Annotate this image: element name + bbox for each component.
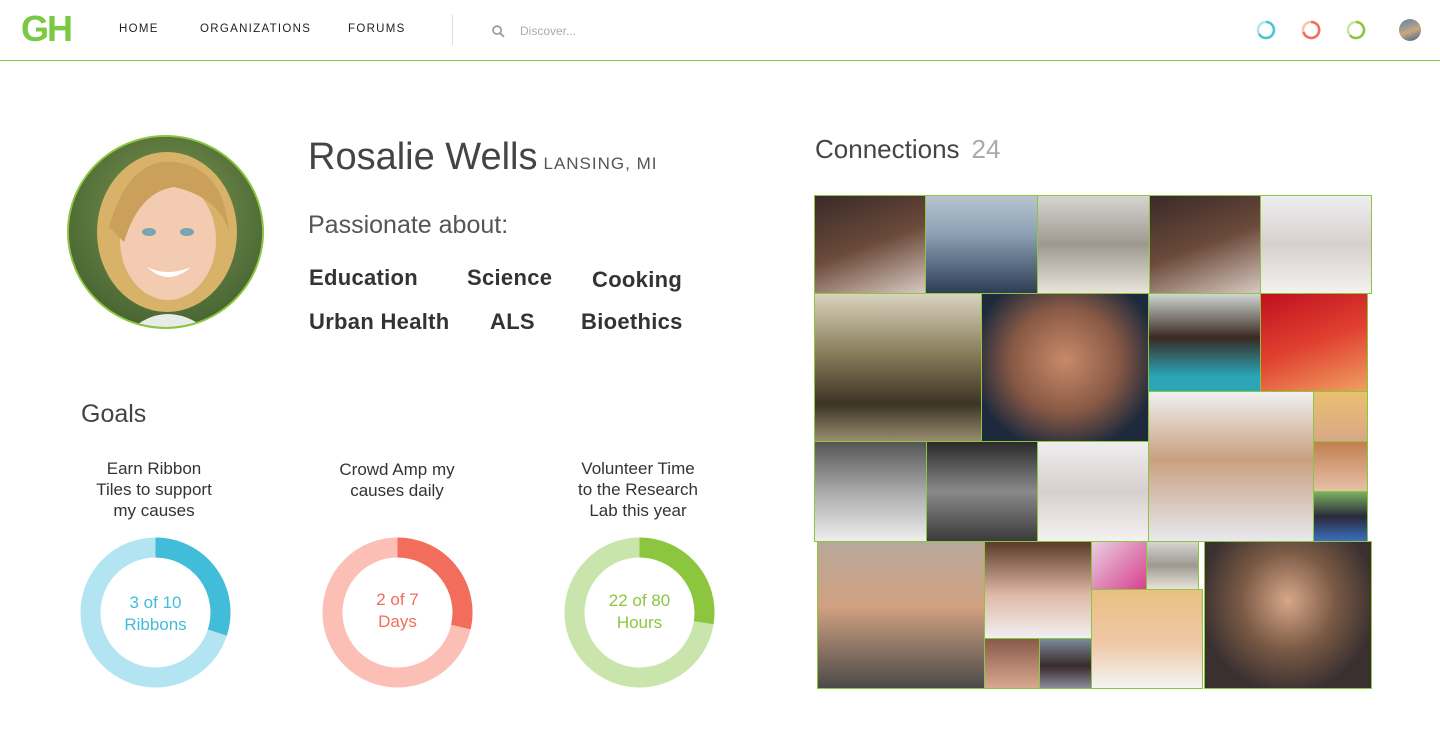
connection-avatar[interactable]: [1146, 541, 1199, 590]
goal-text-line: Tiles to support: [96, 480, 212, 499]
user-avatar[interactable]: [1399, 19, 1421, 41]
connection-avatar[interactable]: [1037, 441, 1149, 542]
goals-title: Goals: [81, 400, 147, 428]
green-ring-icon[interactable]: [1346, 20, 1366, 40]
logo[interactable]: GH: [21, 11, 73, 47]
connection-avatar[interactable]: [1148, 293, 1261, 392]
search-input[interactable]: [520, 20, 820, 42]
passion-tag[interactable]: Urban Health: [309, 309, 450, 335]
goal-text-line: Volunteer Time: [581, 459, 695, 478]
goal-progress-label: 2 of 7 Days: [322, 589, 473, 633]
connection-avatar[interactable]: [1148, 391, 1314, 542]
goal-description: Earn Ribbon Tiles to support my causes: [64, 458, 244, 521]
passion-tag[interactable]: Education: [309, 265, 418, 291]
goal-progress-value: 22 of 80: [608, 591, 671, 610]
red-ring-icon[interactable]: [1301, 20, 1321, 40]
goal-text-line: my causes: [113, 501, 195, 520]
connection-avatar[interactable]: [1091, 541, 1147, 590]
connection-avatar[interactable]: [817, 541, 985, 689]
profile-name: Rosalie Wells LANSING, MI: [308, 136, 657, 179]
connection-avatar[interactable]: [1313, 441, 1368, 492]
profile-photo: [67, 135, 264, 329]
search-icon[interactable]: [492, 25, 505, 38]
connection-avatar[interactable]: [1260, 195, 1372, 294]
connection-avatar[interactable]: [1313, 491, 1368, 542]
connection-avatar[interactable]: [1313, 391, 1368, 442]
goal-text-line: Crowd Amp my: [339, 460, 455, 479]
goal-description: Crowd Amp my causes daily: [307, 459, 487, 501]
goal-text-line: Lab this year: [589, 501, 687, 520]
nav-forums[interactable]: FORUMS: [348, 23, 406, 35]
goal-progress-value: 2 of 7: [376, 590, 419, 609]
connections-grid: [814, 195, 1373, 690]
blue-ring-icon[interactable]: [1256, 20, 1276, 40]
goal-progress-value: 3 of 10: [129, 593, 182, 612]
connection-avatar[interactable]: [1091, 589, 1203, 689]
connection-avatar[interactable]: [984, 541, 1092, 639]
top-navbar: GH HOME ORGANIZATIONS FORUMS: [0, 0, 1440, 61]
profile-name-text: Rosalie Wells: [308, 136, 538, 178]
goal-progress-label: 3 of 10 Ribbons: [80, 592, 231, 636]
goal-text-line: causes daily: [350, 481, 444, 500]
passion-heading: Passionate about:: [308, 211, 509, 239]
nav-organizations[interactable]: ORGANIZATIONS: [200, 23, 311, 35]
connections-count: 24: [971, 134, 1001, 164]
connection-avatar[interactable]: [981, 293, 1149, 442]
connections-title-text: Connections: [815, 134, 960, 164]
goal-text-line: to the Research: [577, 480, 698, 499]
connection-avatar[interactable]: [814, 441, 927, 542]
goal-progress-unit: Hours: [616, 613, 663, 632]
connection-avatar[interactable]: [1260, 293, 1368, 392]
connection-avatar[interactable]: [926, 441, 1038, 542]
passion-tag[interactable]: Science: [467, 265, 552, 291]
passion-tag[interactable]: Bioethics: [581, 309, 683, 335]
passion-tag[interactable]: ALS: [490, 309, 535, 335]
connection-avatar[interactable]: [814, 293, 982, 442]
connection-avatar[interactable]: [814, 195, 926, 294]
connection-avatar[interactable]: [925, 195, 1038, 294]
nav-home[interactable]: HOME: [119, 23, 159, 35]
connection-avatar[interactable]: [1037, 195, 1150, 294]
goal-text-line: Earn Ribbon: [106, 459, 202, 478]
goal-progress-label: 22 of 80 Hours: [564, 590, 715, 634]
profile-location: LANSING, MI: [543, 154, 658, 173]
passion-tag[interactable]: Cooking: [592, 267, 682, 293]
connection-avatar[interactable]: [1039, 638, 1092, 689]
goal-progress-unit: Days: [378, 612, 417, 631]
connection-avatar[interactable]: [1204, 541, 1372, 689]
nav-divider: [452, 15, 453, 45]
connections-title: Connections 24: [815, 134, 1000, 165]
connection-avatar[interactable]: [1149, 195, 1261, 294]
goal-description: Volunteer Time to the Research Lab this …: [548, 458, 728, 521]
connection-avatar[interactable]: [984, 638, 1040, 689]
goal-progress-unit: Ribbons: [124, 615, 187, 634]
